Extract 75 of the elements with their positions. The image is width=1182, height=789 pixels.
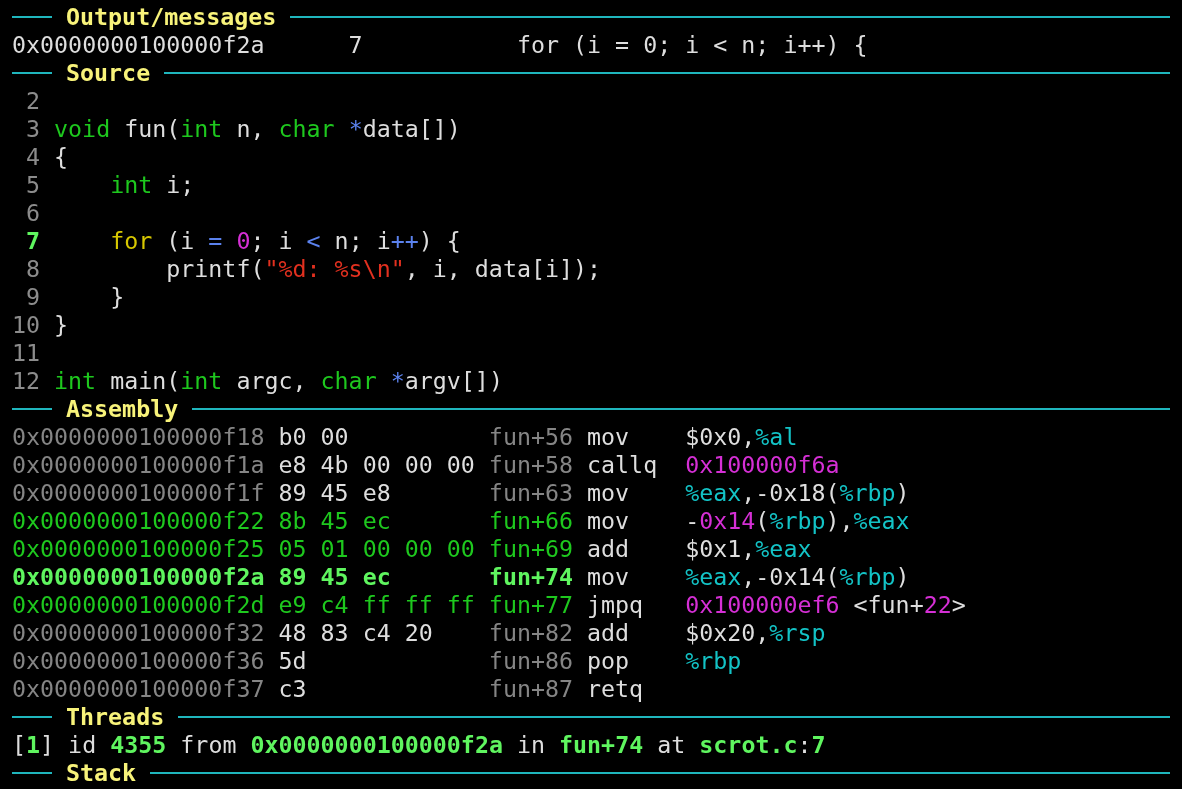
thread-info: [1] id 4355 from 0x0000000100000f2a in fun+74 at scrot.c:7 — [12, 731, 826, 759]
instruction-bytes: b0 00 — [278, 423, 349, 450]
instruction-offset: fun+63 — [488, 479, 573, 506]
instruction-offset: fun+86 — [488, 647, 573, 674]
line-number: 10 — [12, 311, 41, 339]
instruction-bytes: 8b 45 ec — [278, 507, 391, 534]
line-number: 7 — [25, 227, 41, 255]
instruction-mnemonic: add — [587, 535, 630, 562]
instruction-mnemonic: add — [587, 619, 630, 646]
instruction-operands: -0x14(%rbp),%eax — [685, 507, 910, 535]
instruction-bytes: 48 83 c4 20 — [278, 619, 433, 646]
instruction-mnemonic: mov — [587, 507, 630, 534]
section-title: Output/messages — [66, 3, 277, 31]
line-number: 12 — [12, 367, 41, 395]
output-line: 0x0000000100000f2a 7 for (i = 0; i < n; i++) { — [12, 31, 868, 59]
section-title: Source — [66, 59, 151, 87]
instruction-offset: fun+74 — [488, 563, 573, 590]
instruction-offset: fun+56 — [488, 423, 573, 450]
instruction-address: 0x0000000100000f18 — [12, 423, 265, 450]
instruction-address: 0x0000000100000f1f — [12, 479, 265, 506]
line-number: 5 — [25, 171, 41, 199]
section-title: Threads — [66, 703, 165, 731]
instruction-operands: $0x20,%rsp — [685, 619, 826, 647]
code-line: } — [54, 311, 69, 339]
instruction-offset: fun+82 — [488, 619, 573, 646]
instruction-operands: %rbp — [685, 647, 742, 675]
instruction-operands: $0x1,%eax — [685, 535, 812, 563]
line-number: 3 — [25, 115, 41, 143]
code-line: int main(int argc, char *argv[]) — [54, 367, 503, 395]
line-number: 6 — [25, 199, 41, 227]
instruction-bytes: 05 01 00 00 00 — [278, 535, 475, 562]
instruction-operands: 0x100000f6a — [685, 451, 840, 479]
code-line: int i; — [109, 171, 195, 199]
instruction-address: 0x0000000100000f1a — [12, 451, 265, 478]
instruction-operands: %eax,-0x14(%rbp) — [685, 563, 910, 591]
instruction-mnemonic: mov — [587, 423, 630, 450]
code-line: printf("%d: %s\n", i, data[i]); — [165, 255, 602, 283]
instruction-address: 0x0000000100000f25 — [12, 535, 265, 562]
instruction-operands: %eax,-0x18(%rbp) — [685, 479, 910, 507]
instruction-address: 0x0000000100000f32 — [12, 619, 265, 646]
instruction-mnemonic: mov — [587, 563, 630, 590]
instruction-bytes: e9 c4 ff ff ff — [278, 591, 475, 618]
instruction-address: 0x0000000100000f2d — [12, 591, 265, 618]
line-number: 4 — [25, 143, 41, 171]
instruction-address: 0x0000000100000f22 — [12, 507, 265, 534]
instruction-address: 0x0000000100000f37 — [12, 675, 265, 702]
instruction-bytes: 5d — [278, 647, 307, 674]
instruction-mnemonic: pop — [587, 647, 630, 674]
code-line: for (i = 0; i < n; i++) { — [109, 227, 461, 255]
instruction-operands: 0x100000ef6 <fun+22> — [685, 591, 966, 619]
section-title: Assembly — [66, 395, 179, 423]
instruction-operands: $0x0,%al — [685, 423, 798, 451]
instruction-bytes: 89 45 ec — [278, 563, 391, 590]
instruction-offset: fun+77 — [488, 591, 573, 618]
instruction-mnemonic: jmpq — [587, 591, 644, 618]
line-number: 9 — [25, 283, 41, 311]
instruction-mnemonic: retq — [587, 675, 644, 702]
instruction-offset: fun+87 — [488, 675, 573, 702]
instruction-bytes: e8 4b 00 00 00 — [278, 451, 475, 478]
line-number: 2 — [25, 87, 41, 115]
instruction-mnemonic: mov — [587, 479, 630, 506]
instruction-mnemonic: callq — [587, 451, 658, 478]
instruction-address: 0x0000000100000f2a — [12, 563, 265, 590]
code-line: { — [54, 143, 69, 171]
instruction-offset: fun+69 — [488, 535, 573, 562]
line-number: 8 — [25, 255, 41, 283]
instruction-bytes: c3 — [278, 675, 307, 702]
instruction-offset: fun+58 — [488, 451, 573, 478]
section-title: Stack — [66, 759, 137, 787]
instruction-offset: fun+66 — [488, 507, 573, 534]
instruction-bytes: 89 45 e8 — [278, 479, 391, 506]
line-number: 11 — [12, 339, 41, 367]
instruction-address: 0x0000000100000f36 — [12, 647, 265, 674]
code-line: } — [109, 283, 125, 311]
code-line: void fun(int n, char *data[]) — [54, 115, 461, 143]
